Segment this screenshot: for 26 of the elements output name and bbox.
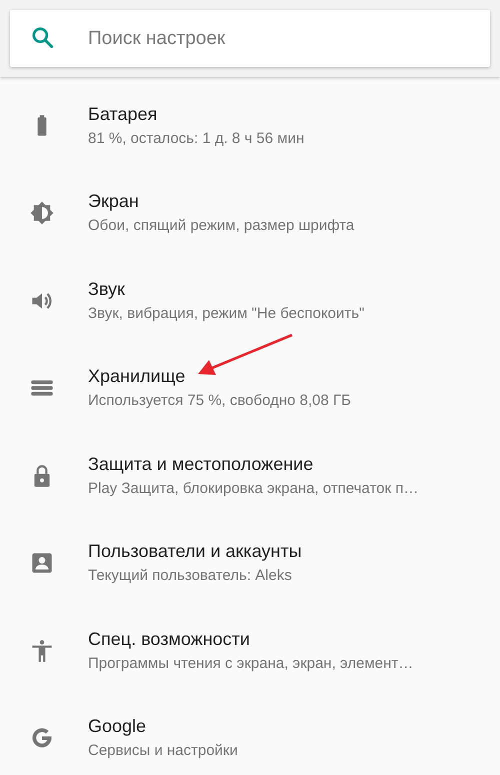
item-subtitle: Сервисы и настройки <box>88 741 238 762</box>
item-title: Экран <box>88 190 140 214</box>
item-subtitle: Play Защита, блокировка экрана, отпечаток п… <box>88 478 418 499</box>
brightness-icon <box>29 200 55 226</box>
item-title: Хранилище <box>88 365 186 388</box>
item-title: Защита и местоположение <box>88 452 314 476</box>
item-subtitle: Обои, спящий режим, размер шрифта <box>88 216 354 236</box>
item-subtitle: 81 %, осталось: 1 д. 8 ч 56 мин <box>88 128 304 149</box>
settings-item[interactable]: Пользователи и аккаунты Текущий пользователь: Aleks <box>0 520 500 607</box>
item-subtitle: Текущий пользователь: Aleks <box>88 566 293 586</box>
settings-item[interactable]: Звук Звук, вибрация, режим "Не беспокоить" <box>0 257 500 344</box>
item-subtitle: Программы чтения с экрана, экран, элемент… <box>88 654 414 674</box>
item-title: Звук <box>88 278 126 301</box>
settings-item[interactable]: Спец. возможности Программы чтения с экрана, экран, элемент… <box>0 607 500 694</box>
settings-item[interactable]: Хранилище Используется 75 %, свободно 8,08 ГБ <box>0 344 500 432</box>
item-title: Батарея <box>88 102 158 126</box>
settings-item[interactable]: Google Сервисы и настройки <box>0 694 500 775</box>
item-title: Google <box>88 715 148 738</box>
settings-item[interactable]: Экран Обои, спящий режим, размер шрифта <box>0 170 500 257</box>
item-title: Спец. возможности <box>88 628 251 651</box>
item-title: Пользователи и аккаунты <box>88 540 302 564</box>
item-subtitle: Используется 75 %, свободно 8,08 ГБ <box>88 391 352 412</box>
settings-item[interactable]: Защита и местоположение Play Защита, блокировка экрана, отпечаток п… <box>0 432 500 520</box>
settings-item[interactable]: Батарея 81 %, осталось: 1 д. 8 ч 56 мин <box>0 82 500 170</box>
search-field[interactable]: Поиск настроек <box>10 10 490 67</box>
item-subtitle: Звук, вибрация, режим "Не беспокоить" <box>88 304 364 324</box>
